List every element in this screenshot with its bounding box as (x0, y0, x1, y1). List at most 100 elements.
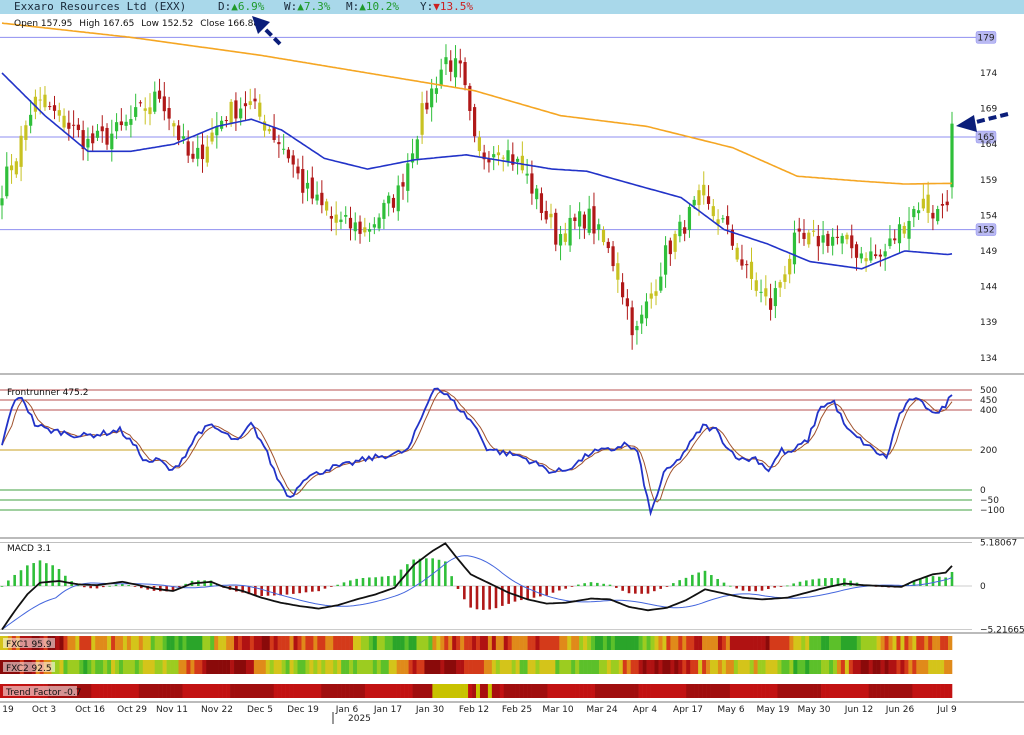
candle-body (239, 108, 243, 119)
candle-body (845, 234, 849, 240)
heatmap-cell (329, 660, 334, 674)
heatmap-cell (452, 636, 457, 650)
heatmap-cell (257, 636, 263, 650)
heatmap-cell (725, 660, 731, 674)
heatmap-cell (87, 636, 92, 650)
candle-body (931, 212, 935, 219)
heatmap-cell (591, 660, 596, 674)
candle-body (0, 198, 4, 206)
heatmap-cell (495, 684, 501, 698)
heatmap-cell (567, 660, 572, 674)
heatmap-cell (618, 684, 624, 698)
heatmap-cell (202, 684, 207, 698)
heatmap-cell (587, 636, 592, 650)
heatmap-cell (456, 636, 461, 650)
frontrunner-y-tick: 450 (980, 396, 997, 406)
heatmap-cell (856, 684, 862, 698)
macd-histogram-bar (539, 586, 542, 597)
heatmap-cell (606, 660, 612, 674)
heatmap-cell (535, 636, 540, 650)
heatmap-cell (860, 636, 866, 650)
heatmap-cell (428, 660, 433, 674)
heatmap-cell (817, 660, 822, 674)
heatmap-cell (932, 660, 937, 674)
heatmap-cell (115, 660, 120, 674)
heatmap-cell (769, 636, 774, 650)
heatmap-cell (289, 684, 294, 698)
heatmap-cell (130, 684, 136, 698)
heatmap-cell (170, 636, 175, 650)
heatmap-cell (717, 636, 723, 650)
macd-histogram-bar (615, 586, 618, 588)
heatmap-cell (527, 684, 532, 698)
heatmap-cell (797, 636, 802, 650)
heatmap-cell (912, 660, 917, 674)
heatmap-cell (420, 636, 425, 650)
heatmap-cell (884, 684, 889, 698)
heatmap-cell (214, 660, 219, 674)
heatmap-cell (757, 684, 762, 698)
heatmap-cell (384, 660, 390, 674)
macd-histogram-bar (317, 586, 320, 592)
heatmap-cell (333, 684, 338, 698)
heatmap-cell (563, 684, 568, 698)
candle-body (678, 221, 682, 237)
heatmap-cell (642, 660, 647, 674)
candle-body (764, 288, 768, 297)
candle-body (86, 138, 90, 148)
macd-histogram-bar (64, 575, 67, 586)
candle-body (773, 288, 777, 307)
heatmap-cell (765, 684, 770, 698)
heatmap-cell (75, 636, 80, 650)
heatmap-cell (142, 660, 148, 674)
heatmap-cell (83, 636, 88, 650)
heatmap-cell (551, 660, 556, 674)
heatmap-cell (412, 660, 417, 674)
heatmap-cell (654, 636, 659, 650)
heatmap-cell (503, 636, 509, 650)
candle-body (291, 155, 295, 165)
frontrunner-signal-line (1, 390, 953, 503)
heatmap-cell (817, 636, 822, 650)
candle-body (573, 217, 577, 221)
x-axis-tick: Jun 12 (844, 705, 873, 715)
heatmap-cell (876, 684, 881, 698)
candle-body (740, 259, 744, 266)
stock-chart[interactable]: 179165152134139144149154159164169174 Ope… (0, 0, 1024, 735)
heatmap-cell (900, 660, 905, 674)
annotation-arrow-head (956, 115, 977, 132)
heatmap-cell (769, 684, 774, 698)
heatmap-cell (725, 684, 731, 698)
heatmap-cell (571, 684, 576, 698)
heatmap-cell (507, 636, 512, 650)
price-panel: 179165152134139144149154159164169174 (0, 22, 1024, 375)
heatmap-cell (896, 684, 901, 698)
heatmap-cell (864, 636, 869, 650)
heatmap-cell (297, 636, 302, 650)
macd-histogram-bar (298, 586, 301, 594)
heatmap-cell (606, 636, 612, 650)
candle-body (301, 169, 305, 193)
heatmap-cell (618, 636, 624, 650)
macd-histogram-bar (108, 585, 111, 587)
heatmap-cell (313, 660, 318, 674)
candle-body (869, 251, 873, 261)
macd-histogram-bar (368, 577, 371, 586)
heatmap-cell (860, 660, 866, 674)
candle-body (754, 280, 758, 291)
heatmap-cell (325, 636, 330, 650)
candle-body (826, 233, 830, 246)
heatmap-cell (79, 660, 84, 674)
heatmap-cell (281, 636, 286, 650)
heatmap-cell (511, 660, 516, 674)
candle-body (325, 201, 329, 211)
heatmap-cell (789, 684, 794, 698)
heatmap-cell (825, 684, 830, 698)
heatmap-cell (539, 636, 544, 650)
heatmap-cell (670, 660, 675, 674)
heatmap-cell (95, 660, 100, 674)
heatmap-cell (829, 636, 834, 650)
macd-histogram-bar (944, 577, 947, 586)
heatmap-cell (107, 660, 112, 674)
candle-body (854, 244, 859, 258)
